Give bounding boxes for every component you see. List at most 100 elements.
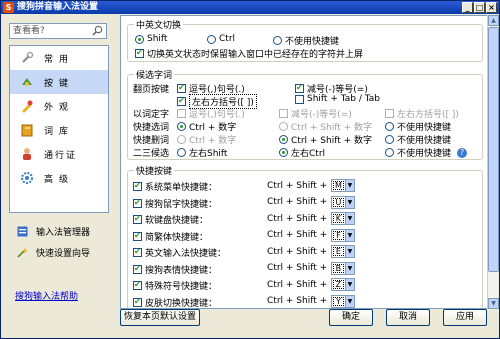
nav-item-appearance[interactable]: 外观 <box>10 94 108 118</box>
quick-select-ctrl-shift-label: Ctrl + Shift + 数字 <box>291 123 372 133</box>
scroll-up-icon[interactable]: ▲ <box>488 15 499 26</box>
chevron-down-icon[interactable]: ▼ <box>344 295 355 307</box>
restore-defaults-button[interactable]: 恢复本页默认设置 <box>120 309 200 326</box>
chevron-down-icon[interactable]: ▼ <box>344 180 355 191</box>
radio-no-hotkey-label: 不使用快捷键 <box>285 37 340 47</box>
hotkey-checkbox[interactable]: 皮肤切换快捷键： <box>133 296 217 308</box>
hotkey-key-value: B <box>333 263 344 273</box>
hotkey-combo: Ctrl + Shift + E ▼ <box>267 245 356 258</box>
quick-setup-button[interactable]: 快速设置向导 <box>9 244 109 260</box>
quick-select-ctrl-radio[interactable]: Ctrl + 数字 <box>177 120 236 133</box>
ok-button[interactable]: 确定 <box>329 309 373 326</box>
quick-delete-label: 快捷删词 <box>133 136 170 146</box>
hotkey-key-select[interactable]: K ▼ <box>331 212 356 225</box>
quick-delete-ctrl-shift-radio[interactable]: Ctrl + Shift + 数字 <box>279 133 372 146</box>
quick-delete-ctrl-radio[interactable]: Ctrl + 数字 <box>177 133 236 146</box>
chevron-down-icon[interactable]: ▼ <box>344 262 355 274</box>
hotkey-check-indicator <box>133 280 142 290</box>
keep-chars-label: 切换英文状态时保留输入窗口中已经存在的字符并上屏 <box>147 50 364 60</box>
candidate-group-legend: 候选字词 <box>136 71 173 81</box>
word-comma-check <box>177 109 186 118</box>
category-nav: 常用 按键 外观 词库 通行证 高级 <box>9 45 109 213</box>
nav-item-keys[interactable]: 按键 <box>10 70 108 94</box>
word-brackets-checkbox[interactable]: 左右方括号([ ]) <box>385 107 459 120</box>
chevron-down-icon[interactable]: ▼ <box>344 279 355 290</box>
hotkey-checkbox[interactable]: 特殊符号快捷键： <box>133 279 217 292</box>
word-minus-label: 减号(-)等号(=) <box>291 110 352 120</box>
nav-label: 词库 <box>44 126 75 137</box>
hotkey-label: 英文输入法快捷键： <box>145 249 227 259</box>
apply-button[interactable]: 应用 <box>443 309 487 326</box>
hotkey-check-indicator <box>133 231 142 241</box>
hotkey-combo: Ctrl + Shift + Z ▼ <box>267 278 356 291</box>
hotkey-key-select[interactable]: F ▼ <box>331 228 356 242</box>
hotkey-check-indicator <box>133 247 142 257</box>
nav-item-dictionary[interactable]: 词库 <box>10 118 108 142</box>
radio-ctrl[interactable]: Ctrl <box>207 34 235 44</box>
radio-shift[interactable]: Shift <box>135 34 167 44</box>
hotkey-check-indicator <box>133 264 142 274</box>
quick-delete-none-radio[interactable]: 不使用快捷键 <box>385 133 451 146</box>
title-bar[interactable]: S 搜狗拼音输入法设置 _ □ × <box>1 1 499 14</box>
search-icon[interactable] <box>92 25 103 36</box>
quick-delete-ctrl-shift-indicator <box>279 135 288 144</box>
st-shift-radio[interactable]: 左右Shift <box>177 146 227 159</box>
nav-label: 通行证 <box>44 150 78 161</box>
word-minus-check <box>279 109 288 118</box>
st-none-label: 不使用快捷键 <box>397 149 452 159</box>
page-shift-tab-check <box>295 94 304 104</box>
help-icon[interactable]: ? <box>457 147 468 158</box>
wizard-icon <box>17 247 28 258</box>
hotkey-prefix: Ctrl + Shift + <box>267 296 328 306</box>
hotkey-key-select[interactable]: Y ▼ <box>331 294 356 308</box>
nav-label: 高级 <box>44 174 75 185</box>
hotkey-combo: Ctrl + Shift + U ▼ <box>267 195 356 209</box>
maximize-button[interactable]: □ <box>474 2 485 13</box>
chevron-down-icon[interactable]: ▼ <box>344 196 355 208</box>
scroll-thumb[interactable] <box>488 27 499 272</box>
panel-scrollbar[interactable]: ▲ ▼ <box>487 15 499 309</box>
scroll-down-icon[interactable]: ▼ <box>488 298 499 309</box>
close-button[interactable]: × <box>486 2 497 13</box>
ime-manager-button[interactable]: 输入法管理器 <box>9 223 109 239</box>
st-ctrl-indicator <box>279 148 288 157</box>
hotkey-checkbox[interactable]: 简繁体快捷键： <box>133 230 208 243</box>
hotkey-checkbox[interactable]: 系统菜单快捷键： <box>133 180 217 193</box>
hotkey-checkbox[interactable]: 软键盘快捷键： <box>133 213 208 226</box>
help-link[interactable]: 搜狗输入法帮助 <box>15 289 78 302</box>
hotkey-check-indicator <box>133 297 142 307</box>
nav-item-common[interactable]: 常用 <box>10 46 108 70</box>
keep-chars-checkbox[interactable]: 切换英文状态时保留输入窗口中已经存在的字符并上屏 <box>135 47 363 60</box>
hotkey-key-select[interactable]: E ▼ <box>331 245 356 258</box>
st-ctrl-radio[interactable]: 左右Ctrl <box>279 146 325 159</box>
hotkey-combo: Ctrl + Shift + F ▼ <box>267 228 356 242</box>
hotkey-checkbox[interactable]: 搜狗鼠字快捷键： <box>133 197 217 210</box>
hotkey-key-value: U <box>333 197 344 207</box>
chevron-down-icon[interactable]: ▼ <box>344 213 355 224</box>
radio-no-hotkey[interactable]: 不使用快捷键 <box>273 34 339 47</box>
minimize-button[interactable]: _ <box>462 2 473 13</box>
word-comma-checkbox[interactable]: 逗号(,)句号(.) <box>177 107 245 120</box>
hotkey-checkbox[interactable]: 英文输入法快捷键： <box>133 246 226 259</box>
nav-item-advanced[interactable]: 高级 <box>10 166 108 190</box>
quick-select-ctrl-shift-radio[interactable]: Ctrl + Shift + 数字 <box>279 120 372 133</box>
hotkey-key-select[interactable]: M ▼ <box>331 179 356 192</box>
chevron-down-icon[interactable]: ▼ <box>344 246 355 257</box>
hotkey-check-indicator <box>133 198 142 208</box>
page-keys-label: 翻页按键 <box>133 85 170 95</box>
cancel-button[interactable]: 取消 <box>386 309 430 326</box>
page-comma-check <box>177 83 186 93</box>
hotkey-checkbox[interactable]: 搜狗表情快捷键： <box>133 263 217 276</box>
search-input[interactable]: 查看看? <box>9 23 107 39</box>
hotkey-key-select[interactable]: Z ▼ <box>331 278 356 291</box>
hotkey-combo: Ctrl + Shift + M ▼ <box>267 179 356 192</box>
hotkey-key-select[interactable]: B ▼ <box>331 261 356 275</box>
nav-item-passport[interactable]: 通行证 <box>10 142 108 166</box>
page-shift-tab-checkbox[interactable]: Shift + Tab / Tab <box>295 94 380 104</box>
chevron-down-icon[interactable]: ▼ <box>344 229 355 241</box>
quick-select-none-radio[interactable]: 不使用快捷键 <box>385 120 451 133</box>
st-none-radio[interactable]: 不使用快捷键? <box>385 146 468 159</box>
word-minus-checkbox[interactable]: 减号(-)等号(=) <box>279 107 352 120</box>
hotkey-key-select[interactable]: U ▼ <box>331 195 356 209</box>
hotkey-check-indicator <box>133 181 142 191</box>
